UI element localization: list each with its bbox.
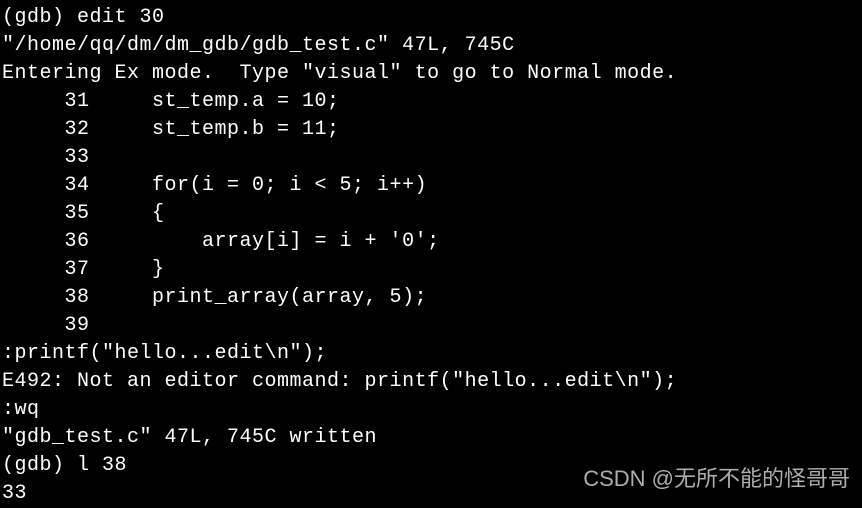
- error-line: E492: Not an editor command: printf("hel…: [2, 368, 860, 396]
- gdb-command-line: (gdb) edit 30: [2, 4, 860, 32]
- ex-command-line: :wq: [2, 396, 860, 424]
- ex-mode-line: Entering Ex mode. Type "visual" to go to…: [2, 60, 860, 88]
- csdn-watermark: CSDN @无所不能的怪哥哥: [583, 464, 850, 495]
- code-line: 38 print_array(array, 5);: [2, 284, 860, 312]
- code-line: 34 for(i = 0; i < 5; i++): [2, 172, 860, 200]
- code-line: 39: [2, 312, 860, 340]
- terminal-output[interactable]: (gdb) edit 30 "/home/qq/dm/dm_gdb/gdb_te…: [2, 4, 860, 508]
- code-line: 32 st_temp.b = 11;: [2, 116, 860, 144]
- ex-command-line: :printf("hello...edit\n");: [2, 340, 860, 368]
- file-info-line: "/home/qq/dm/dm_gdb/gdb_test.c" 47L, 745…: [2, 32, 860, 60]
- file-written-line: "gdb_test.c" 47L, 745C written: [2, 424, 860, 452]
- code-line: 35 {: [2, 200, 860, 228]
- code-line: 37 }: [2, 256, 860, 284]
- code-line: 36 array[i] = i + '0';: [2, 228, 860, 256]
- code-line: 31 st_temp.a = 10;: [2, 88, 860, 116]
- code-line: 33: [2, 144, 860, 172]
